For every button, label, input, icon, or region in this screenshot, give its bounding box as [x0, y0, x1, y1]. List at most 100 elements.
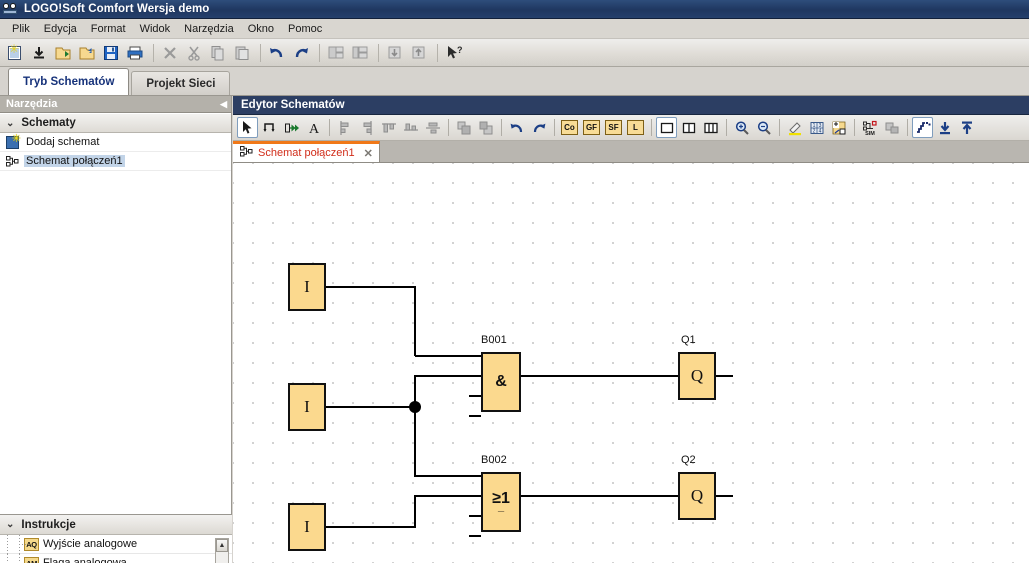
copy-icon[interactable]	[207, 42, 229, 64]
save-icon[interactable]	[100, 42, 122, 64]
tab-tryb-schematow[interactable]: Tryb Schematów	[8, 68, 130, 95]
editor-title-bar: Edytor Schematów	[233, 96, 1029, 115]
redo-icon[interactable]	[528, 117, 549, 138]
collapse-left-icon[interactable]: ◀	[220, 99, 227, 110]
special-functions-sf-button[interactable]: SF	[603, 117, 624, 138]
text-tool-icon[interactable]: A	[303, 117, 324, 138]
menu-pomoc[interactable]: Pomoc	[281, 21, 329, 37]
undo-icon[interactable]	[506, 117, 527, 138]
schematy-section-header[interactable]: ⌄ Schematy	[0, 113, 231, 133]
tile-vertical-icon[interactable]	[349, 42, 371, 64]
menu-plik[interactable]: Plik	[5, 21, 37, 37]
renumber-icon[interactable]: 1324	[806, 117, 827, 138]
cut-connection-icon[interactable]	[281, 117, 302, 138]
line-routing-icon[interactable]	[912, 117, 933, 138]
zoom-out-icon[interactable]	[753, 117, 774, 138]
download-icon[interactable]	[28, 42, 50, 64]
align-right-icon[interactable]	[356, 117, 377, 138]
new-file-icon[interactable]: ✳	[4, 42, 26, 64]
align-left-icon[interactable]	[334, 117, 355, 138]
circuit-diagram-icon	[6, 155, 19, 168]
constants-co-button[interactable]: Co	[559, 117, 580, 138]
tree-item-dodaj-schemat[interactable]: Dodaj schemat	[0, 132, 231, 152]
single-page-view-icon[interactable]	[656, 117, 677, 138]
editor-title: Edytor Schematów	[241, 99, 345, 111]
three-page-view-icon[interactable]	[700, 117, 721, 138]
redo-icon[interactable]	[290, 42, 312, 64]
cut-assign-icon[interactable]	[828, 117, 849, 138]
open-recent-icon[interactable]	[76, 42, 98, 64]
print-icon[interactable]	[124, 42, 146, 64]
menu-narzedzia[interactable]: Narzędzia	[177, 21, 241, 37]
zoom-in-icon[interactable]	[731, 117, 752, 138]
align-bottom-icon[interactable]	[400, 117, 421, 138]
highlighter-icon[interactable]	[784, 117, 805, 138]
tree-guide	[14, 553, 26, 563]
transfer-logo-to-pc-icon[interactable]	[956, 117, 977, 138]
diagram-canvas[interactable]: I1 I I2 I I3 I B001 & B002 ≥1_ Q1 Q Q2	[233, 163, 1029, 563]
block-i2[interactable]: I	[288, 383, 326, 431]
tab-projekt-sieci[interactable]: Projekt Sieci	[131, 71, 231, 95]
block-q1[interactable]: Q	[678, 352, 716, 400]
diagram-editor: Edytor Schematów A Co GF SF L 1 3 2 4 SI…	[233, 96, 1029, 563]
instr-item-wyjscie-analogowe[interactable]: AQ Wyjście analogowe	[0, 535, 232, 554]
tree-guide	[14, 535, 26, 554]
send-back-icon[interactable]	[475, 117, 496, 138]
transfer-down-icon[interactable]	[384, 42, 406, 64]
block-q2[interactable]: Q	[678, 472, 716, 520]
tree-item-schemat-polaczen1[interactable]: Schemat połączeń1	[0, 152, 231, 171]
application-window: LOGO!Soft Comfort Wersja demo Plik Edycj…	[0, 0, 1029, 563]
select-arrow-icon[interactable]	[237, 117, 258, 138]
menu-format[interactable]: Format	[84, 21, 133, 37]
schematy-tree: Dodaj schemat Schemat połączeń1	[0, 132, 231, 171]
document-tab-schemat-polaczen1[interactable]: Schemat połączeń1 ✕	[233, 141, 380, 162]
wire-junction-b002	[413, 407, 481, 478]
tile-horizontal-icon[interactable]	[325, 42, 347, 64]
menu-edycja[interactable]: Edycja	[37, 21, 84, 37]
transfer-up-icon[interactable]	[408, 42, 430, 64]
delete-icon[interactable]	[159, 42, 181, 64]
wire-i1-b001	[326, 285, 417, 356]
wire-junction-dot	[409, 401, 421, 413]
block-b001-and-gate[interactable]: &	[481, 352, 521, 412]
document-tab-label: Schemat połączeń1	[258, 147, 355, 159]
align-top-icon[interactable]	[378, 117, 399, 138]
transfer-pc-to-logo-icon[interactable]	[934, 117, 955, 138]
menu-widok[interactable]: Widok	[133, 21, 178, 37]
tree-item-label: Schemat połączeń1	[24, 155, 125, 167]
library-l-button[interactable]: L	[625, 117, 646, 138]
window-title: LOGO!Soft Comfort Wersja demo	[24, 3, 210, 15]
open-folder-icon[interactable]	[52, 42, 74, 64]
add-diagram-icon	[6, 132, 21, 149]
undo-icon[interactable]	[266, 42, 288, 64]
two-page-view-icon[interactable]	[678, 117, 699, 138]
block-i3[interactable]: I	[288, 503, 326, 551]
block-i1[interactable]: I	[288, 263, 326, 311]
wire-layer	[326, 285, 733, 538]
close-icon[interactable]: ✕	[364, 147, 373, 160]
menu-okno[interactable]: Okno	[241, 21, 281, 37]
svg-text:?: ?	[457, 45, 463, 55]
scroll-up-button[interactable]: ▲	[216, 539, 228, 552]
block-b002-or-gate[interactable]: ≥1 _	[481, 472, 521, 532]
online-test-icon[interactable]	[881, 117, 902, 138]
connect-wire-icon[interactable]	[259, 117, 280, 138]
circuit-diagram-icon	[240, 145, 253, 161]
help-pointer-icon[interactable]: ?	[443, 42, 465, 64]
block-label-b002: B002	[481, 454, 507, 466]
svg-text:✳: ✳	[9, 44, 19, 56]
simulation-icon[interactable]: SIM	[859, 117, 880, 138]
wire-junction-b001	[413, 374, 481, 407]
instrukcje-title: Instrukcje	[21, 518, 76, 531]
svg-text:4: 4	[818, 128, 821, 134]
instrukcje-tree: AQ Wyjście analogowe AM Flaga analogowa …	[0, 535, 232, 563]
bring-front-icon[interactable]	[453, 117, 474, 138]
title-bar: LOGO!Soft Comfort Wersja demo	[0, 0, 1029, 19]
cut-icon[interactable]	[183, 42, 205, 64]
paste-icon[interactable]	[231, 42, 253, 64]
basic-functions-gf-button[interactable]: GF	[581, 117, 602, 138]
instrukcje-section-header[interactable]: ⌄ Instrukcje	[0, 514, 232, 535]
instrukcje-scrollbar[interactable]: ▲	[215, 538, 229, 563]
align-center-icon[interactable]	[422, 117, 443, 138]
instr-item-flaga-analogowa[interactable]: AM Flaga analogowa	[0, 553, 232, 563]
